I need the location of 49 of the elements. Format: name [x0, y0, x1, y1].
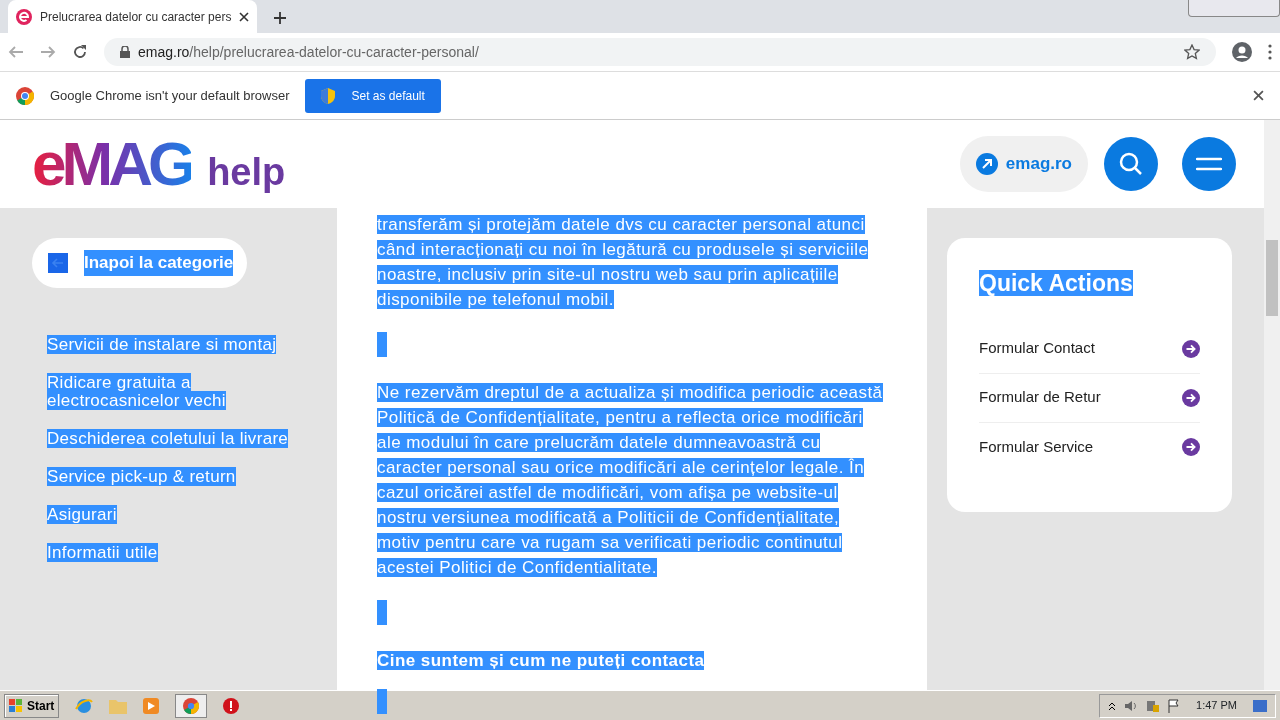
chrome-taskbar-button[interactable]	[175, 693, 208, 718]
url-text: emag.ro/help/prelucrarea-datelor-cu-caracter-personal/	[138, 42, 479, 62]
back-icon[interactable]	[8, 44, 24, 60]
flag-icon[interactable]	[1168, 698, 1181, 713]
quick-action-link[interactable]: Formular Service	[979, 435, 1094, 459]
sidebar-link[interactable]: Asigurari	[47, 506, 307, 524]
section-heading: Cine suntem și cum ne puteți contacta	[377, 650, 706, 672]
start-button[interactable]: Start	[4, 693, 60, 718]
forward-icon[interactable]	[40, 44, 56, 60]
search-icon	[1119, 152, 1143, 176]
star-icon[interactable]	[1184, 44, 1200, 60]
window-controls[interactable]	[1188, 0, 1280, 17]
menu-icon	[1196, 156, 1222, 172]
network-icon[interactable]	[1146, 698, 1161, 713]
set-default-button[interactable]: Set as default	[305, 78, 441, 113]
clock: 1:47 PM	[1196, 698, 1237, 714]
site-favicon-icon	[16, 8, 32, 25]
shield-icon	[321, 87, 336, 104]
menu-button[interactable]	[1182, 137, 1236, 191]
chrome-logo-icon	[16, 86, 34, 105]
close-icon[interactable]	[1253, 90, 1264, 101]
article-paragraph: Ne rezervăm dreptul de a actualiza și modifica periodic această Politică de Confidențialitate, pentru a reflecta orice modificări ale modului în care prelucrăm datele dumneavoastră cu caracter personal sau orice modificări ale cerințelor legale. În cazul oricărei astfel de modificări, vom afișa pe website-ul nostru versiunea modificată a Politicii de Confidențialitate, motiv pentru care va rugam sa verificati periodic continutul acestei Politici de Confidentialitate.	[377, 382, 884, 579]
new-tab-icon[interactable]	[273, 11, 288, 25]
quick-action-link[interactable]: Formular Contact	[979, 337, 1095, 360]
logo-help-text: help	[207, 153, 286, 191]
article-paragraph: transferăm și protejăm datele dvs cu caracter personal atunci când interacționați cu noi în legătură cu produsele și serviciile noastre, inclusiv prin site-ul nostru web sau prin aplicațiile disponibile pe telefonul mobil.	[377, 214, 870, 311]
lock-icon	[120, 46, 130, 58]
media-player-icon[interactable]	[143, 697, 160, 714]
tray-chevron-icon[interactable]	[1108, 700, 1117, 711]
reload-icon[interactable]	[72, 44, 88, 60]
tab-title: Prelucrarea datelor cu caracter pers	[40, 8, 232, 26]
speaker-icon[interactable]	[1124, 698, 1139, 713]
menu-icon[interactable]	[1268, 44, 1272, 60]
site-link[interactable]: emag.ro	[959, 136, 1088, 192]
browser-globe-icon[interactable]	[75, 696, 94, 715]
sidebar-link[interactable]: Informatii utile	[47, 544, 307, 562]
card-title: Quick Actions	[979, 270, 1133, 296]
windows-logo-icon	[9, 698, 23, 713]
chrome-logo-icon	[183, 697, 200, 714]
show-desktop-icon[interactable]	[1253, 699, 1267, 712]
close-icon[interactable]	[239, 11, 250, 22]
browser-tab[interactable]: Prelucrarea datelor cu caracter pers	[8, 0, 258, 33]
quick-action-link[interactable]: Formular de Retur	[979, 386, 1101, 409]
address-bar[interactable]: emag.ro/help/prelucrarea-datelor-cu-caracter-personal/	[104, 38, 1216, 66]
profile-icon[interactable]	[1232, 42, 1252, 62]
search-button[interactable]	[1104, 137, 1158, 191]
infobar-message: Google Chrome isn't your default browser	[50, 86, 290, 105]
scrollbar[interactable]	[1264, 120, 1280, 690]
back-to-category-button[interactable]: Inapoi la categorie	[32, 238, 248, 288]
